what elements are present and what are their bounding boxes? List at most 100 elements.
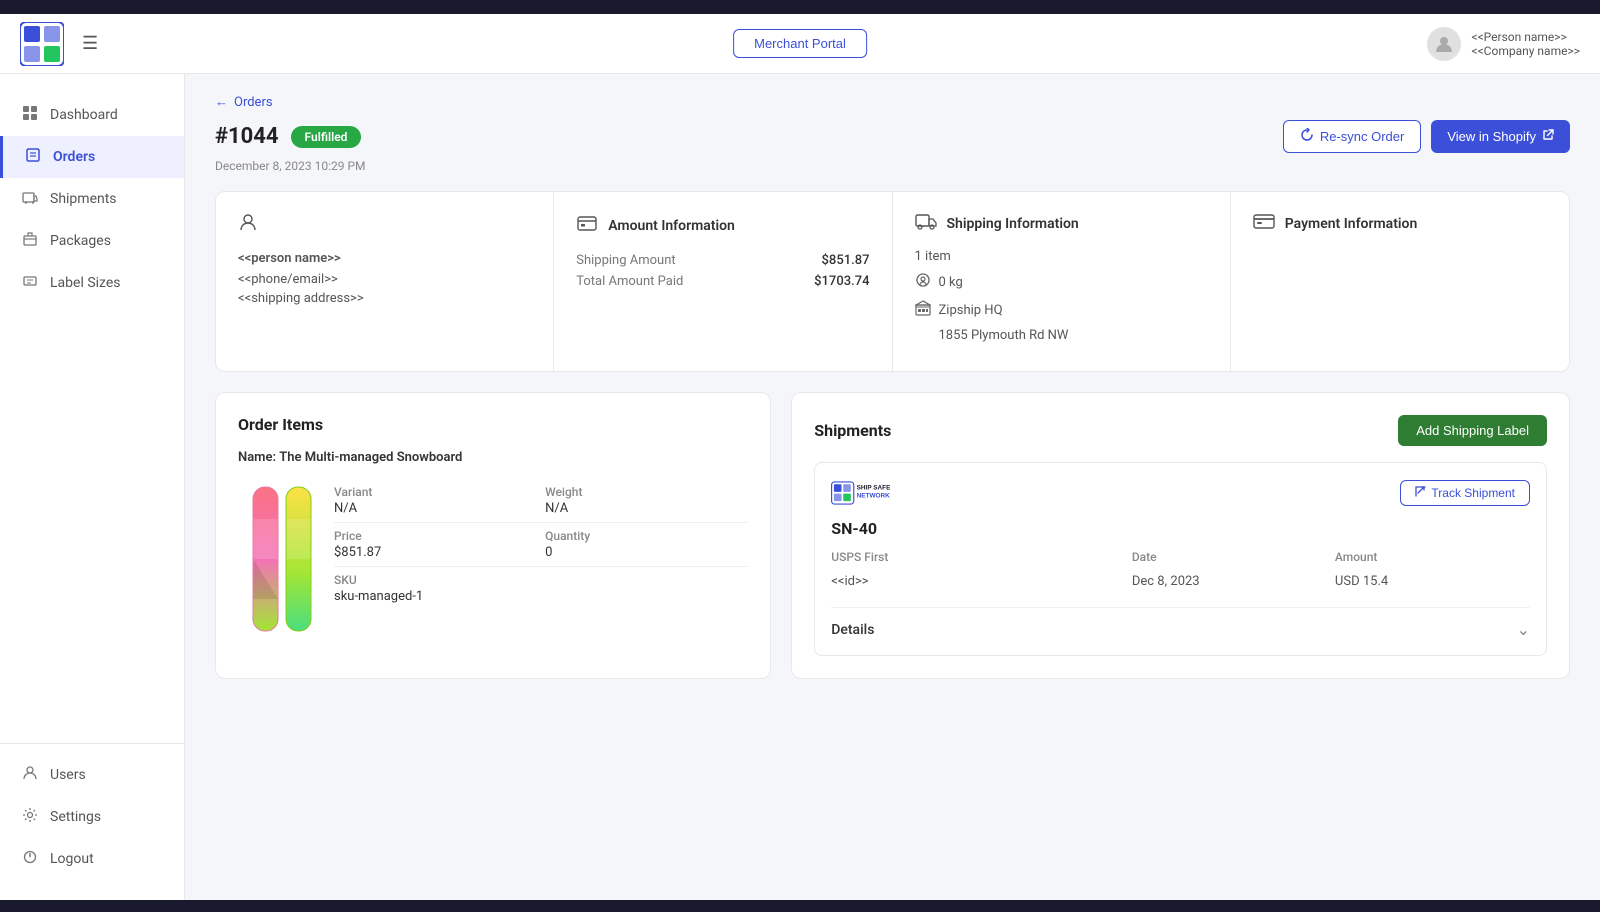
sidebar-item-packages[interactable]: Packages <box>0 220 184 262</box>
external-link-icon <box>1542 129 1554 144</box>
warehouse-name: Zipship HQ <box>939 303 1003 318</box>
sidebar-label-dashboard: Dashboard <box>50 107 118 123</box>
settings-icon <box>20 807 40 827</box>
user-company: <<Company name>> <box>1471 44 1580 58</box>
label-sizes-icon <box>20 273 40 293</box>
amount-card-header: Amount Information <box>576 212 869 239</box>
shipment-table-row: <<id>> Dec 8, 2023 USD 15.4 <box>831 570 1530 593</box>
details-toggle[interactable]: Details ⌄ <box>831 607 1530 639</box>
shipping-card: Shipping Information 1 item <box>893 192 1231 371</box>
item-details: Variant N/A Weight N/A Price <box>238 479 748 643</box>
avatar <box>1427 27 1461 61</box>
shipping-amount-label: Shipping Amount <box>576 253 675 268</box>
item-count: 1 item <box>915 249 1208 264</box>
price-quantity-row: Price $851.87 Quantity 0 <box>334 523 748 567</box>
weight-value: N/A <box>545 501 748 516</box>
payment-card-header: Payment Information <box>1253 212 1547 235</box>
resync-button[interactable]: Re-sync Order <box>1283 120 1422 153</box>
amount-icon <box>576 212 598 239</box>
header: ☰ Merchant Portal <<Person name>> <<Comp… <box>0 14 1600 74</box>
track-icon <box>1415 486 1426 500</box>
sidebar-item-orders[interactable]: Orders <box>0 136 184 178</box>
quantity-value: 0 <box>545 545 748 560</box>
price-header: Price <box>334 529 537 543</box>
logo-section: ☰ <box>20 22 98 66</box>
merchant-portal-button[interactable]: Merchant Portal <box>733 29 867 58</box>
hamburger-icon[interactable]: ☰ <box>82 33 98 54</box>
sidebar-label-logout: Logout <box>50 851 94 867</box>
weight-item: 0 kg <box>915 272 1208 292</box>
shipment-id: SN-40 <box>831 519 1530 538</box>
customer-card: <<person name>> <<phone/email>> <<shippi… <box>216 192 554 371</box>
customer-icon <box>238 212 258 237</box>
order-number: #1044 <box>215 124 279 149</box>
shipping-amount-value: $851.87 <box>822 253 870 268</box>
status-badge: Fulfilled <box>291 126 362 148</box>
shipping-info: 1 item 0 kg <box>915 249 1208 343</box>
order-items-title: Order Items <box>238 415 748 434</box>
svg-text:NETWORK: NETWORK <box>857 493 890 500</box>
shipments-header: Shipments Add Shipping Label <box>814 415 1547 446</box>
total-amount-value: $1703.74 <box>814 274 869 289</box>
breadcrumb[interactable]: ← Orders <box>215 94 1570 110</box>
amount-card-title: Amount Information <box>608 218 735 234</box>
quantity-header: Quantity <box>545 529 748 543</box>
quantity-col: Quantity 0 <box>545 529 748 560</box>
order-items-card: Order Items Name: The Multi-managed Snow… <box>215 392 771 679</box>
order-date: December 8, 2023 10:29 PM <box>215 159 1570 173</box>
weight-icon <box>915 272 931 292</box>
packages-icon <box>20 231 40 251</box>
payment-icon <box>1253 212 1275 235</box>
add-shipping-label-button[interactable]: Add Shipping Label <box>1398 415 1547 446</box>
chevron-down-icon: ⌄ <box>1517 620 1530 639</box>
resync-label: Re-sync Order <box>1320 129 1405 144</box>
track-shipment-button[interactable]: Track Shipment <box>1400 480 1530 506</box>
payment-card-title: Payment Information <box>1285 216 1418 232</box>
variant-value: N/A <box>334 501 537 516</box>
sku-value: sku-managed-1 <box>334 589 537 604</box>
sidebar-item-logout[interactable]: Logout <box>0 838 184 880</box>
user-info: <<Person name>> <<Company name>> <box>1471 30 1580 58</box>
price-col: Price $851.87 <box>334 529 537 560</box>
sidebar-item-label-sizes[interactable]: Label Sizes <box>0 262 184 304</box>
sidebar-item-users[interactable]: Users <box>0 754 184 796</box>
sidebar-item-dashboard[interactable]: Dashboard <box>0 94 184 136</box>
top-bar <box>0 0 1600 14</box>
sku-row: SKU sku-managed-1 <box>334 567 748 610</box>
variant-header: Variant <box>334 485 537 499</box>
sidebar-item-settings[interactable]: Settings <box>0 796 184 838</box>
shopify-button[interactable]: View in Shopify <box>1431 120 1570 153</box>
price-value: $851.87 <box>334 545 537 560</box>
order-header: #1044 Fulfilled Re-sync Order View in Sh… <box>215 120 1570 153</box>
sku-header: SKU <box>334 573 537 587</box>
shipments-card: Shipments Add Shipping Label <box>791 392 1570 679</box>
track-label: Track Shipment <box>1431 486 1515 500</box>
sidebar-main: Dashboard Orders <box>0 94 184 743</box>
breadcrumb-parent: Orders <box>234 95 273 110</box>
details-label: Details <box>831 622 874 638</box>
total-amount-row: Total Amount Paid $1703.74 <box>576 274 869 289</box>
dashboard-icon <box>20 105 40 125</box>
sidebar-item-shipments[interactable]: Shipments <box>0 178 184 220</box>
user-name: <<Person name>> <box>1471 30 1580 44</box>
sidebar-label-orders: Orders <box>53 149 95 165</box>
shipments-icon <box>20 189 40 209</box>
main-content: ← Orders #1044 Fulfilled Re-sync Order <box>185 74 1600 900</box>
shipping-card-title: Shipping Information <box>947 216 1079 232</box>
order-title-section: #1044 Fulfilled <box>215 124 361 149</box>
customer-card-header <box>238 212 531 237</box>
shipping-amount-row: Shipping Amount $851.87 <box>576 253 869 268</box>
variant-col: Variant N/A <box>334 485 537 516</box>
shipment-table-header: USPS First Date Amount <box>831 550 1530 564</box>
warehouse-address-value: 1855 Plymouth Rd NW <box>939 328 1069 343</box>
item-table: Variant N/A Weight N/A Price <box>334 479 748 643</box>
carrier-col-header: USPS First <box>831 550 1124 564</box>
customer-name: <<person name>> <box>238 251 531 266</box>
sidebar-label-users: Users <box>50 767 86 783</box>
amount-card: Amount Information Shipping Amount $851.… <box>554 192 892 371</box>
shipping-card-header: Shipping Information <box>915 212 1208 235</box>
sidebar-label-packages: Packages <box>50 233 111 249</box>
bottom-bar <box>0 900 1600 912</box>
variant-weight-row: Variant N/A Weight N/A <box>334 479 748 523</box>
date-col-header: Date <box>1132 550 1327 564</box>
